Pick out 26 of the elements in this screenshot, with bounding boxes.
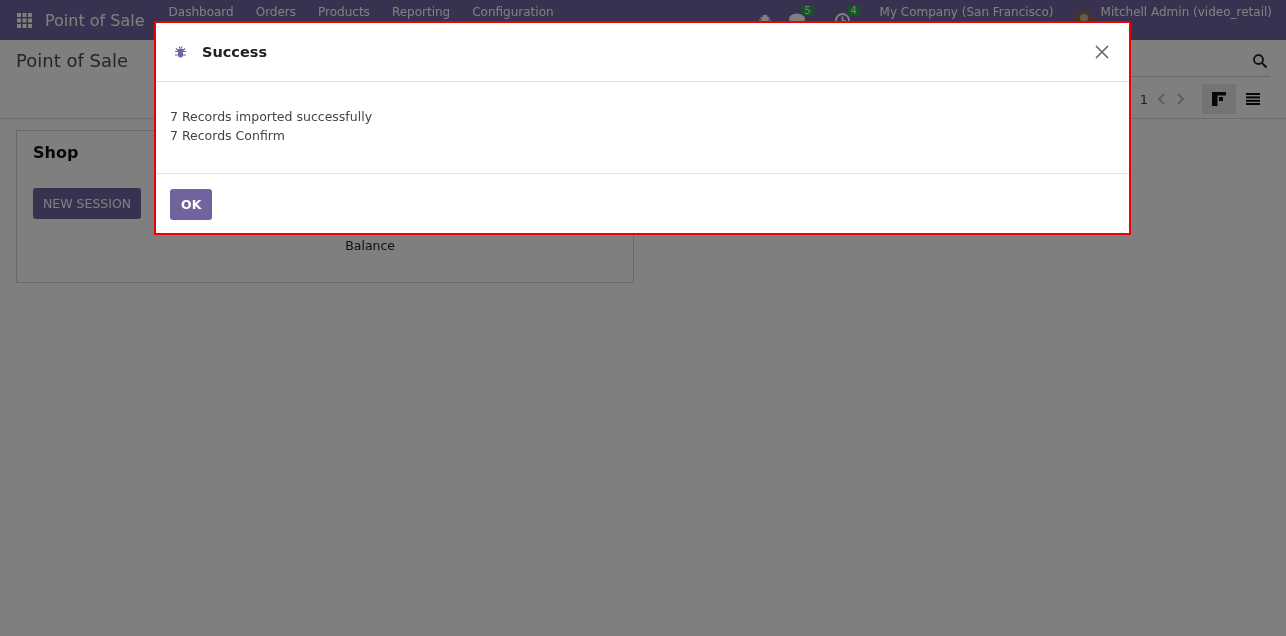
bug-icon	[175, 46, 186, 58]
close-icon[interactable]	[1095, 45, 1109, 59]
search-icon[interactable]	[1253, 53, 1267, 68]
menu-item[interactable]: Orders	[255, 5, 297, 19]
dialog-message: 7 Records Confirm	[170, 127, 286, 145]
dialog-message: 7 Records imported successfully	[170, 108, 374, 126]
menu-item[interactable]: Products	[318, 5, 370, 19]
ok-button[interactable]: OK	[170, 189, 213, 220]
dialog-title: Success	[202, 44, 268, 60]
page-title: Point of Sale	[16, 49, 129, 71]
menu-item[interactable]: Reporting	[391, 5, 451, 19]
menu-item[interactable]: Configuration	[472, 5, 554, 19]
new-session-button[interactable]: NEW SESSION	[33, 188, 142, 219]
pager-value: 1	[1139, 91, 1148, 107]
app-name[interactable]: Point of Sale	[45, 10, 145, 30]
apps-grid-icon[interactable]	[17, 12, 32, 28]
balance-label: Balance	[345, 238, 396, 253]
menu-item[interactable]: Dashboard	[168, 5, 234, 19]
user-menu[interactable]: Mitchell Admin (video_retail)	[1100, 5, 1272, 19]
kanban-view-button[interactable]	[1202, 84, 1236, 114]
activity-count-badge: 4	[847, 4, 860, 16]
message-count-badge: 5	[801, 5, 814, 16]
company-switcher[interactable]: My Company (San Francisco)	[879, 5, 1054, 19]
shop-name: Shop	[33, 143, 80, 162]
kanban-icon	[1212, 92, 1226, 106]
list-icon	[1246, 93, 1260, 105]
